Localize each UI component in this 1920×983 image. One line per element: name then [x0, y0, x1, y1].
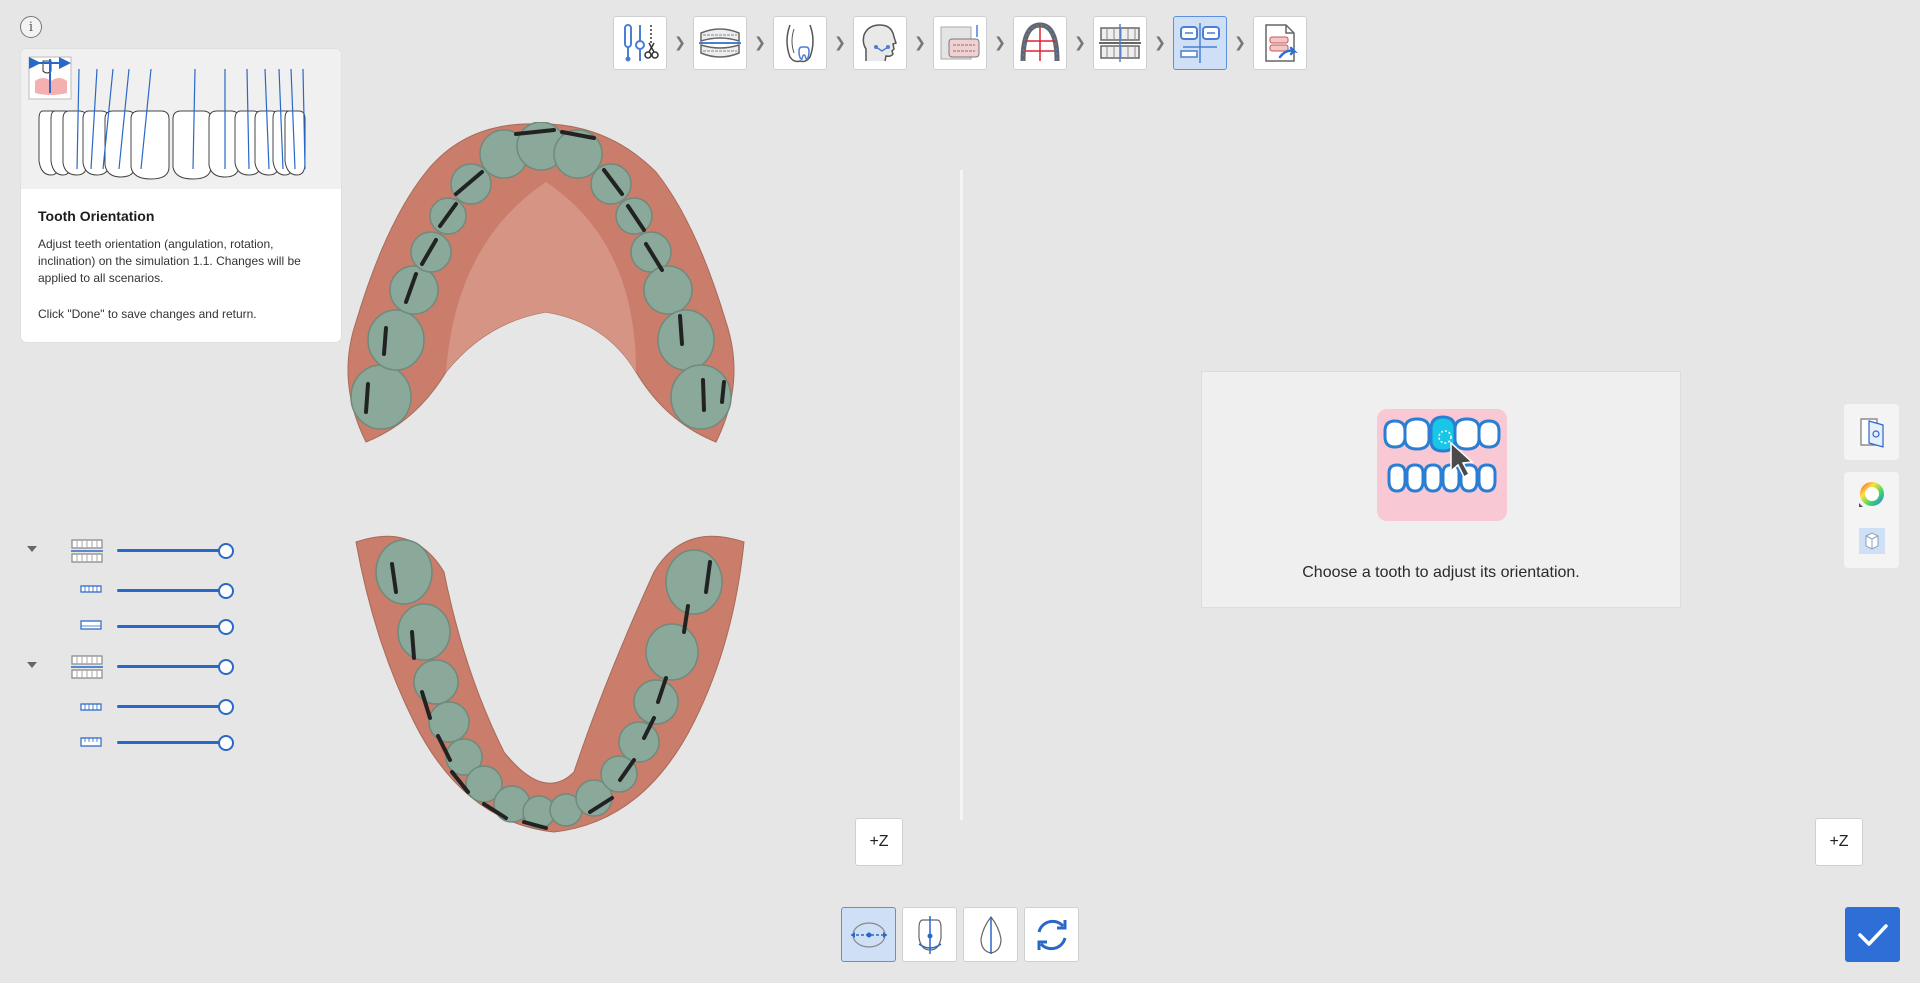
inclination-icon [979, 915, 1002, 954]
tooth-orientation-icon [1180, 23, 1220, 63]
done-button[interactable] [1845, 907, 1900, 962]
upper-arch-model[interactable] [336, 122, 748, 452]
rotation-icon [1037, 919, 1066, 950]
axis-z-button-left[interactable]: +Z [855, 818, 903, 866]
slider-track[interactable] [117, 705, 225, 708]
upper-arch-icon [71, 539, 103, 563]
slider-upper-jaw[interactable] [25, 539, 245, 563]
choose-tooth-hint: Choose a tooth to adjust its orientation… [1201, 371, 1681, 608]
slider-lower-jaw[interactable] [25, 655, 245, 679]
step-chevron: ❯ [674, 35, 686, 51]
lower-teeth-icon [80, 703, 102, 711]
photo-alignment-icon [940, 25, 980, 60]
export-report-icon [1265, 24, 1299, 62]
lower-arch-model[interactable] [354, 522, 750, 834]
lower-arch-icon [71, 655, 103, 679]
step-face-profile[interactable] [853, 16, 907, 70]
choose-tooth-icon [1377, 409, 1507, 521]
step-chevron: ❯ [754, 35, 766, 51]
workflow-steps: ❯ ❯ ❯ ❯ ❯ ❯ ❯ ❯ [613, 16, 1307, 70]
step-arch-form[interactable] [1013, 16, 1067, 70]
step-tooth-numbering[interactable] [773, 16, 827, 70]
slider-track[interactable] [117, 625, 225, 628]
upper-teeth-icon [80, 585, 102, 593]
tooth-number-icon [786, 24, 814, 63]
viewport-divider[interactable] [960, 170, 963, 820]
step-tools[interactable] [613, 16, 667, 70]
slider-track[interactable] [117, 589, 225, 592]
slider-knob[interactable] [218, 699, 234, 715]
move-tool-button[interactable] [841, 907, 896, 962]
occlusion-icon [1099, 24, 1141, 62]
view-split-tool[interactable] [1844, 404, 1899, 460]
step-chevron: ❯ [834, 35, 846, 51]
arch-form-icon [1020, 22, 1060, 62]
step-chevron: ❯ [1154, 35, 1166, 51]
step-chevron: ❯ [914, 35, 926, 51]
cube-view-icon [1858, 528, 1885, 554]
slider-track[interactable] [117, 741, 225, 744]
upper-gingiva-icon [80, 620, 102, 630]
slider-track[interactable] [117, 549, 225, 552]
step-occlusion[interactable] [1093, 16, 1147, 70]
step-tooth-orientation[interactable] [1173, 16, 1227, 70]
slider-knob[interactable] [218, 619, 234, 635]
rotation-tool-button[interactable] [1024, 907, 1079, 962]
choose-tooth-text: Choose a tooth to adjust its orientation… [1302, 564, 1580, 581]
dental-tools-icon [624, 24, 659, 62]
slider-knob[interactable] [218, 543, 234, 559]
slider-lower-gingiva[interactable] [25, 732, 245, 752]
angulation-tool-button[interactable] [902, 907, 957, 962]
teeth-axis-illustration [28, 56, 306, 180]
guide-title: Tooth Orientation [38, 208, 155, 224]
collapse-arrow-icon[interactable] [27, 662, 37, 668]
guide-description: Adjust teeth orientation (angulation, ro… [38, 237, 301, 285]
guide-illustration [21, 49, 341, 189]
step-chevron: ❯ [1234, 35, 1246, 51]
view-split-icon [1859, 418, 1884, 448]
guide-panel: Tooth Orientation Adjust teeth orientati… [21, 49, 341, 342]
lower-gingiva-icon [80, 737, 102, 747]
bottom-toolbar [841, 907, 1079, 962]
step-photo-alignment[interactable] [933, 16, 987, 70]
info-button[interactable]: i [20, 16, 42, 38]
face-profile-icon [862, 24, 897, 62]
move-tooth-icon [850, 921, 887, 948]
angulation-icon [917, 915, 942, 954]
step-chevron: ❯ [1074, 35, 1086, 51]
cube-view-tool[interactable] [1857, 526, 1887, 561]
slider-track[interactable] [117, 665, 225, 668]
appearance-tools [1844, 472, 1899, 568]
guide-instruction: Click "Done" to save changes and return. [38, 307, 257, 321]
checkmark-icon [1857, 923, 1888, 946]
color-wheel-icon [1858, 482, 1884, 507]
inclination-tool-button[interactable] [963, 907, 1018, 962]
step-export[interactable] [1253, 16, 1307, 70]
slider-lower-teeth[interactable] [25, 696, 245, 716]
slider-knob[interactable] [218, 735, 234, 751]
axis-z-button-right[interactable]: +Z [1815, 818, 1863, 866]
slider-knob[interactable] [218, 659, 234, 675]
slider-knob[interactable] [218, 583, 234, 599]
step-scan-data[interactable] [693, 16, 747, 70]
step-chevron: ❯ [994, 35, 1006, 51]
slider-upper-teeth[interactable] [25, 580, 245, 600]
color-tool[interactable] [1857, 479, 1887, 514]
slider-upper-gingiva[interactable] [25, 616, 245, 636]
collapse-arrow-icon[interactable] [27, 546, 37, 552]
dental-arch-scan-icon [699, 28, 741, 58]
